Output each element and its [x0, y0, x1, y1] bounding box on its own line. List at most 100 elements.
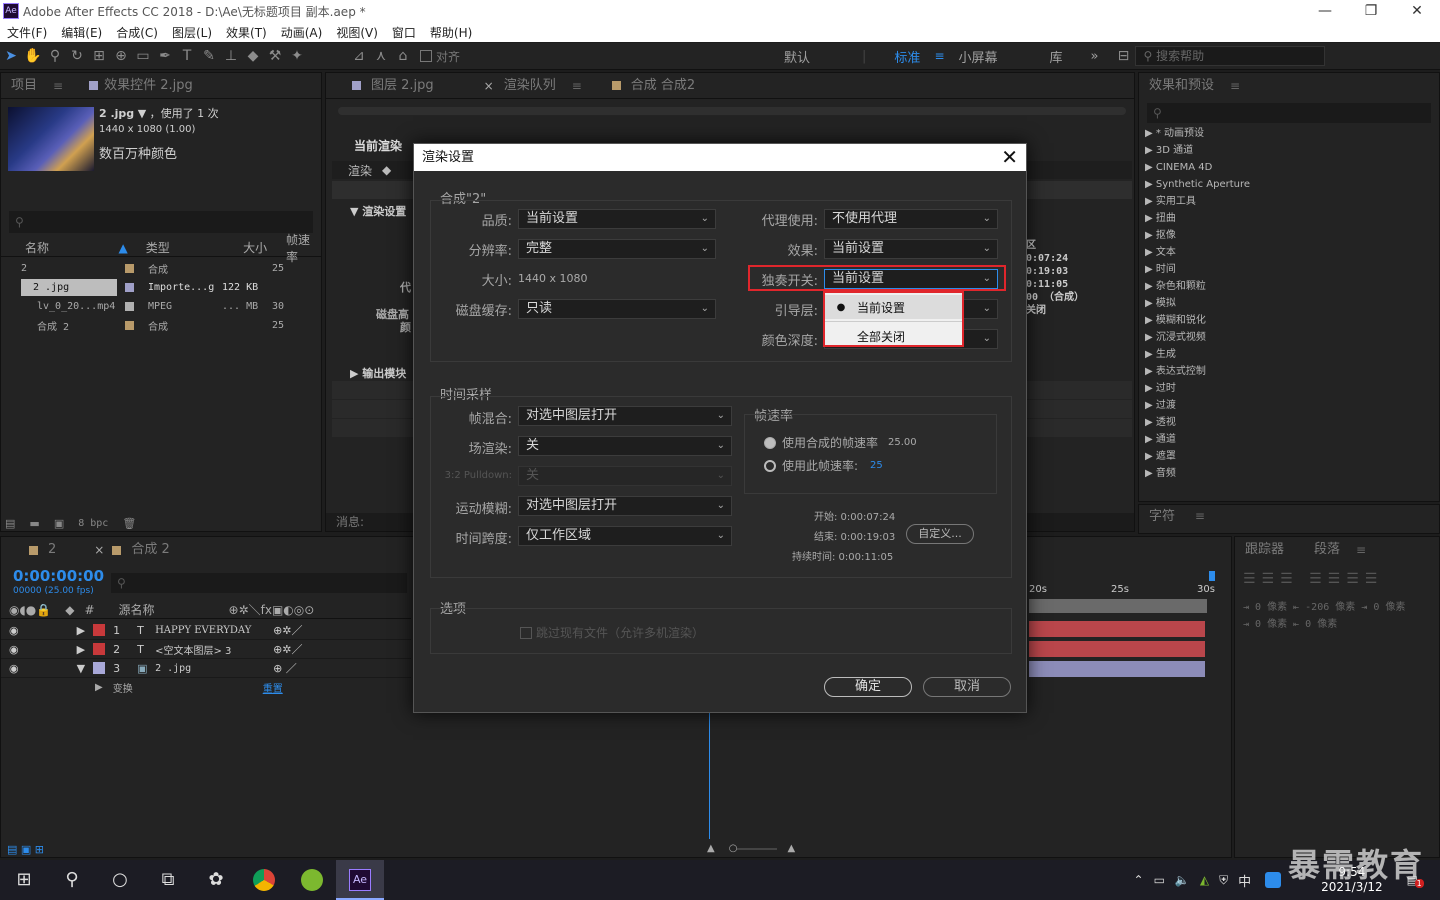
- zoom-slider[interactable]: ▲ ○ ▲: [707, 843, 795, 854]
- view-axis-icon[interactable]: ⌂: [392, 45, 414, 67]
- bpc-label[interactable]: 8 bpc: [78, 518, 108, 529]
- qq-icon[interactable]: [1265, 872, 1282, 888]
- after-effects-taskbar-icon[interactable]: Ae: [336, 860, 384, 900]
- cancel-button[interactable]: 取消: [923, 677, 1011, 697]
- camera-tool-icon[interactable]: ⊞: [88, 45, 110, 67]
- menu-composition[interactable]: 合成(C): [109, 24, 165, 41]
- tab-timeline-2[interactable]: 2: [38, 538, 66, 562]
- layer-switch-icons[interactable]: ⊕✲／: [273, 622, 302, 638]
- align-toggle[interactable]: 对齐: [420, 48, 460, 65]
- menu-file[interactable]: 文件(F): [0, 24, 54, 41]
- zoom-in-icon[interactable]: ▲: [787, 843, 795, 854]
- network-icon[interactable]: ▭: [1154, 873, 1165, 887]
- task-view-icon[interactable]: ⧉: [144, 860, 192, 900]
- melon-app-icon[interactable]: [288, 860, 336, 900]
- effects-item[interactable]: ▶ 音频: [1139, 465, 1423, 482]
- col-type[interactable]: 类型: [146, 239, 243, 256]
- layer-switch-icons[interactable]: ⊕✲／: [273, 641, 302, 657]
- slider-knob-icon[interactable]: ○: [729, 843, 738, 854]
- effects-item[interactable]: ▶ 模糊和锐化: [1139, 312, 1423, 329]
- layer-bar-3[interactable]: [1029, 661, 1205, 677]
- effects-item[interactable]: ▶ 3D 通道: [1139, 142, 1423, 159]
- layer-switch-icons[interactable]: ⊕ ／: [273, 660, 297, 676]
- tab-project[interactable]: 项目: [1, 74, 47, 98]
- effects-item[interactable]: ▶ 扭曲: [1139, 210, 1423, 227]
- field-render-select[interactable]: 关 ⌄: [518, 436, 732, 456]
- use-comp-fps-option[interactable]: 使用合成的帧速率 25.00: [764, 434, 917, 451]
- table-row[interactable]: ◉ ▶ 2 T <空文本图层> 3 ⊕✲／: [1, 640, 411, 659]
- dialog-close-icon[interactable]: ✕: [1001, 144, 1018, 171]
- workspace-default[interactable]: 默认: [770, 47, 824, 66]
- nvidia-icon[interactable]: ◭: [1200, 873, 1209, 887]
- ime-indicator[interactable]: 中: [1238, 871, 1251, 890]
- list-item[interactable]: lv_0_20...mp4 MPEG ... MB 30: [1, 297, 321, 316]
- table-row[interactable]: ◉ ▼ 3 ▣ 2 .jpg ⊕ ／: [1, 659, 411, 678]
- effects-item[interactable]: ▶ 抠像: [1139, 227, 1423, 244]
- transform-row[interactable]: ▶ 变换 重置: [1, 678, 411, 697]
- align-checkbox[interactable]: [420, 50, 432, 62]
- restore-icon[interactable]: ❐: [1348, 3, 1394, 19]
- col-name[interactable]: 名称: [25, 239, 118, 256]
- expand-icon[interactable]: ▶: [77, 624, 85, 637]
- workspace-menu-icon[interactable]: ≡: [934, 49, 944, 63]
- close-tab-icon[interactable]: ×: [484, 79, 494, 93]
- effects-item[interactable]: ▶ 文本: [1139, 244, 1423, 261]
- zoom-tool-icon[interactable]: ⚲: [44, 45, 66, 67]
- dropdown-option-current[interactable]: ● 当前设置: [825, 295, 962, 319]
- puppet-tool-icon[interactable]: ✦: [286, 45, 308, 67]
- delete-icon[interactable]: 🗑: [122, 517, 136, 530]
- time-span-select[interactable]: 仅工作区域 ⌄: [518, 526, 732, 546]
- skip-existing-checkbox[interactable]: [520, 626, 532, 639]
- chrome-icon[interactable]: [240, 860, 288, 900]
- proxy-select[interactable]: 不使用代理 ⌄: [824, 209, 998, 229]
- visibility-icon[interactable]: ◉: [9, 643, 19, 656]
- quality-select[interactable]: 当前设置 ⌄: [518, 209, 716, 229]
- brush-tool-icon[interactable]: ✎: [198, 45, 220, 67]
- list-item[interactable]: 2 合成 25: [1, 259, 321, 278]
- use-comp-fps-radio[interactable]: [764, 436, 776, 449]
- hand-tool-icon[interactable]: ✋: [22, 45, 44, 67]
- indent-values[interactable]: ⇥ 0 像素 ⇤ -206 像素 ⇥ 0 像素 ⇥ 0 像素 ⇤ 0 像素: [1243, 599, 1405, 633]
- effects-select[interactable]: 当前设置 ⌄: [824, 239, 998, 259]
- tab-render-queue[interactable]: 渲染队列: [494, 74, 566, 98]
- col-render[interactable]: 渲染: [348, 162, 372, 179]
- effects-item[interactable]: ▶ 实用工具: [1139, 193, 1423, 210]
- panel-menu-icon[interactable]: ≡: [1195, 509, 1205, 523]
- menu-animation[interactable]: 动画(A): [274, 24, 330, 41]
- tab-paragraph[interactable]: 段落: [1304, 538, 1350, 562]
- visibility-icon[interactable]: ◉: [9, 662, 19, 675]
- effects-item[interactable]: ▶ 时间: [1139, 261, 1423, 278]
- timeline-footer-icons[interactable]: ▤ ▣ ⊞: [7, 843, 44, 856]
- effects-item[interactable]: ▶ Synthetic Aperture: [1139, 176, 1423, 193]
- zoom-out-icon[interactable]: ▲: [707, 843, 715, 854]
- menu-view[interactable]: 视图(V): [329, 24, 385, 41]
- volume-icon[interactable]: 🔈: [1175, 873, 1190, 887]
- tab-effects-presets[interactable]: 效果和预设: [1139, 74, 1224, 98]
- effects-item[interactable]: ▶ 沉浸式视频: [1139, 329, 1423, 346]
- work-area-bar[interactable]: [1029, 599, 1207, 613]
- sync-icon[interactable]: ⊟: [1113, 45, 1135, 67]
- expand-icon[interactable]: ▶: [95, 682, 103, 693]
- effects-item[interactable]: ▶ 表达式控制: [1139, 363, 1423, 380]
- effects-item[interactable]: ▶ * 动画预设: [1139, 125, 1423, 142]
- pen-tool-icon[interactable]: ✒: [154, 45, 176, 67]
- layer-bar-1[interactable]: [1029, 621, 1205, 637]
- text-tool-icon[interactable]: T: [176, 45, 198, 67]
- layer-bar-2[interactable]: [1029, 641, 1205, 657]
- effects-item[interactable]: ▶ 生成: [1139, 346, 1423, 363]
- panel-menu-icon[interactable]: ≡: [572, 79, 582, 93]
- effects-item[interactable]: ▶ 透视: [1139, 414, 1423, 431]
- collapse-icon[interactable]: ▼: [77, 662, 85, 675]
- effects-search-input[interactable]: ⚲: [1147, 103, 1431, 123]
- search-icon[interactable]: ⚲: [48, 860, 96, 900]
- dropdown-option-all-off[interactable]: 全部关闭: [825, 324, 962, 348]
- workspace-library[interactable]: 库: [1036, 47, 1077, 66]
- tab-character[interactable]: 字符: [1139, 509, 1185, 524]
- align-buttons-icon[interactable]: ☰☰☰ ☰☰☰☰: [1243, 571, 1383, 587]
- use-this-fps-radio[interactable]: [764, 459, 776, 472]
- timeline-search-input[interactable]: ⚲: [111, 573, 407, 593]
- close-tab-icon[interactable]: ×: [94, 543, 104, 557]
- panel-menu-icon[interactable]: ≡: [53, 79, 63, 93]
- resolution-select[interactable]: 完整 ⌄: [518, 239, 716, 259]
- skip-existing-option[interactable]: 跳过现有文件（允许多机渲染）: [520, 624, 704, 641]
